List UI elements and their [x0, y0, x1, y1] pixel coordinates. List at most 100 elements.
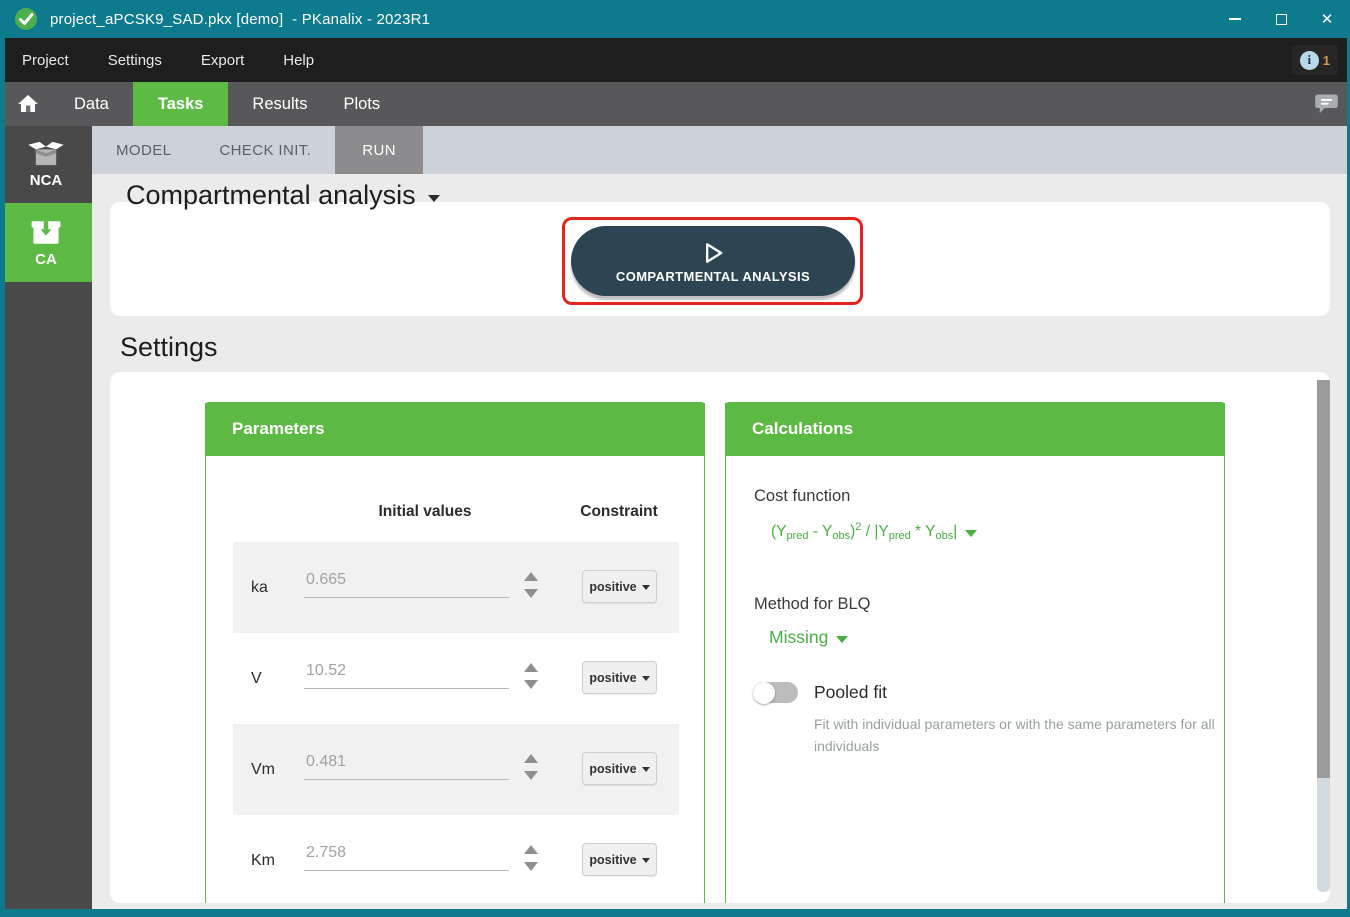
constraint-dropdown[interactable]: positive — [582, 570, 657, 603]
subtab-check-init[interactable]: CHECK INIT. — [195, 126, 335, 174]
stepper-down-icon[interactable] — [524, 862, 538, 871]
constraint-value: positive — [589, 853, 636, 867]
menubar: Project Settings Export Help i 1 — [0, 38, 1350, 82]
notification-badge[interactable]: i 1 — [1292, 45, 1338, 75]
pooled-fit-toggle[interactable] — [753, 682, 798, 703]
settings-card: Parameters Initial values Constraint ka … — [110, 372, 1330, 903]
cost-function-label: Cost function — [754, 487, 850, 506]
window-border-left — [0, 38, 5, 917]
sidebar-item-label: NCA — [30, 172, 63, 189]
menu-export[interactable]: Export — [201, 52, 244, 69]
initial-value-input[interactable]: 10.52 — [304, 651, 509, 689]
stepper-down-icon[interactable] — [524, 589, 538, 598]
tab-data[interactable]: Data — [60, 82, 123, 126]
tab-plots[interactable]: Plots — [329, 82, 394, 126]
closed-box-icon — [28, 218, 64, 246]
value-stepper[interactable] — [524, 754, 538, 780]
pkanalix-window: project_aPCSK9_SAD.pkx [demo] - PKanalix… — [0, 0, 1350, 917]
calculations-panel: Calculations Cost function (Ypred - Yobs… — [725, 403, 1225, 903]
constraint-value: positive — [589, 671, 636, 685]
subtab-model[interactable]: MODEL — [92, 126, 195, 174]
blq-method-value: Missing — [769, 627, 828, 648]
parameter-name: ka — [251, 579, 268, 597]
initial-value-input[interactable]: 0.481 — [304, 742, 509, 780]
home-icon — [16, 92, 40, 116]
calculations-panel-header: Calculations — [725, 402, 1225, 456]
cost-function-dropdown[interactable]: (Ypred - Yobs)2 / |Ypred * Yobs| — [771, 521, 977, 542]
sidebar-item-label: CA — [35, 251, 57, 268]
parameter-rows: ka 0.665 positive V — [233, 542, 679, 903]
constraint-value: positive — [589, 580, 636, 594]
value-stepper[interactable] — [524, 845, 538, 871]
parameter-row-vm: Vm 0.481 positive — [233, 724, 679, 815]
constraint-dropdown[interactable]: positive — [582, 661, 657, 694]
initial-value-text: 2.758 — [306, 844, 346, 862]
column-header-initial-values: Initial values — [350, 503, 500, 521]
formula-text: (Ypred - Yobs)2 / |Ypred * Yobs| — [771, 521, 957, 542]
chevron-down-icon — [642, 767, 650, 772]
stepper-up-icon[interactable] — [524, 754, 538, 763]
subtab-run[interactable]: RUN — [335, 126, 423, 174]
task-sidebar: NCA CA — [0, 126, 92, 917]
stepper-up-icon[interactable] — [524, 845, 538, 854]
initial-value-input[interactable]: 0.665 — [304, 560, 509, 598]
sidebar-item-ca[interactable]: CA — [0, 203, 92, 282]
parameters-panel-header: Parameters — [205, 402, 705, 456]
info-icon: i — [1300, 51, 1319, 70]
chevron-down-icon — [836, 636, 848, 643]
scrollbar-track[interactable] — [1317, 778, 1330, 892]
initial-value-text: 10.52 — [306, 662, 346, 680]
minimize-button[interactable] — [1212, 0, 1258, 38]
chevron-down-icon — [642, 585, 650, 590]
parameter-row-v: V 10.52 positive — [233, 633, 679, 724]
maximize-button[interactable] — [1258, 0, 1304, 38]
blq-method-label: Method for BLQ — [754, 595, 870, 614]
parameter-name: V — [251, 670, 262, 688]
parameters-panel: Parameters Initial values Constraint ka … — [205, 403, 705, 903]
parameter-name: Vm — [251, 761, 275, 779]
value-stepper[interactable] — [524, 663, 538, 689]
toggle-knob — [753, 682, 775, 704]
red-annotation-rectangle — [562, 217, 863, 305]
blq-method-dropdown[interactable]: Missing — [769, 627, 848, 648]
menu-help[interactable]: Help — [283, 52, 314, 69]
initial-value-text: 0.665 — [306, 571, 346, 589]
constraint-value: positive — [589, 762, 636, 776]
window-title: project_aPCSK9_SAD.pkx [demo] - PKanalix… — [50, 11, 430, 28]
window-controls: ✕ — [1212, 0, 1350, 38]
column-header-constraint: Constraint — [559, 503, 679, 521]
scrollbar-thumb[interactable] — [1317, 380, 1330, 778]
analysis-type-label: Compartmental analysis — [126, 180, 416, 211]
main-tabbar: Data Tasks Results Plots — [0, 82, 1350, 126]
constraint-dropdown[interactable]: positive — [582, 752, 657, 785]
stepper-down-icon[interactable] — [524, 680, 538, 689]
parameter-name: Km — [251, 852, 275, 870]
home-tab[interactable] — [0, 82, 56, 126]
chat-bubble-icon — [1313, 90, 1340, 117]
parameter-row-km: Km 2.758 positive — [233, 815, 679, 903]
analysis-type-dropdown[interactable]: Compartmental analysis — [126, 180, 440, 211]
settings-title: Settings — [120, 332, 218, 363]
stepper-down-icon[interactable] — [524, 771, 538, 780]
value-stepper[interactable] — [524, 572, 538, 598]
open-box-icon — [27, 141, 65, 167]
notification-count: 1 — [1323, 53, 1330, 68]
chevron-down-icon — [642, 676, 650, 681]
close-button[interactable]: ✕ — [1304, 0, 1350, 38]
tab-tasks[interactable]: Tasks — [133, 82, 229, 126]
menu-project[interactable]: Project — [22, 52, 69, 69]
chevron-down-icon — [428, 195, 440, 202]
initial-value-input[interactable]: 2.758 — [304, 833, 509, 871]
feedback-button[interactable] — [1313, 90, 1340, 122]
sidebar-item-nca[interactable]: NCA — [0, 126, 92, 203]
stepper-up-icon[interactable] — [524, 572, 538, 581]
tab-results[interactable]: Results — [238, 82, 321, 126]
pooled-fit-description: Fit with individual parameters or with t… — [814, 713, 1226, 758]
menu-settings[interactable]: Settings — [108, 52, 162, 69]
chevron-down-icon — [965, 530, 977, 537]
pooled-fit-label: Pooled fit — [814, 682, 887, 703]
titlebar: project_aPCSK9_SAD.pkx [demo] - PKanalix… — [0, 0, 1350, 38]
constraint-dropdown[interactable]: positive — [582, 843, 657, 876]
stepper-up-icon[interactable] — [524, 663, 538, 672]
maximize-icon — [1276, 14, 1287, 25]
